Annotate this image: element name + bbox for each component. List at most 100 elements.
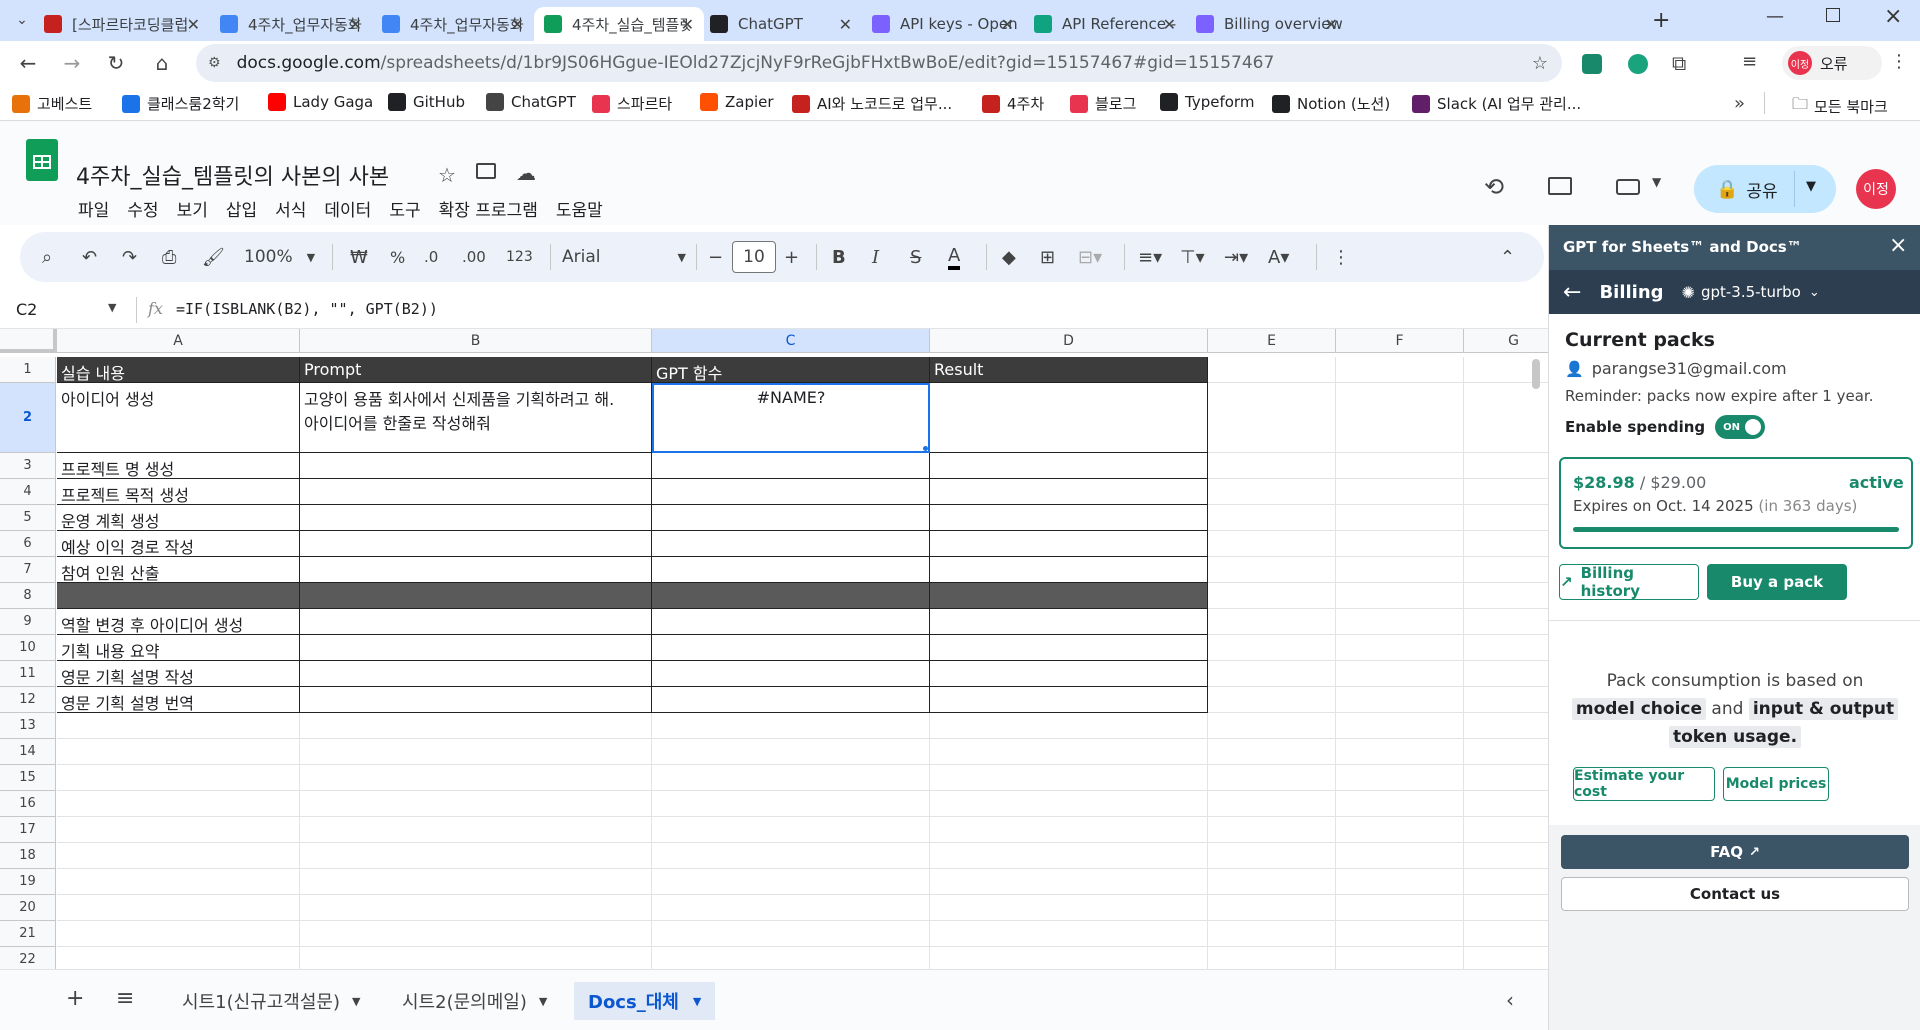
grid-cell[interactable] — [1208, 765, 1336, 791]
row-header[interactable]: 17 — [0, 817, 56, 843]
grid-cell[interactable] — [1464, 609, 1548, 635]
grid-cell[interactable]: 프로젝트 목적 생성 — [57, 479, 300, 505]
grid-cell[interactable] — [930, 505, 1208, 531]
currency-format-button[interactable]: ₩ — [350, 244, 368, 270]
grid-cell[interactable] — [300, 921, 652, 947]
tab-close-icon[interactable]: ✕ — [681, 15, 694, 34]
font-size-input[interactable]: 10 — [732, 241, 776, 273]
grid-cell[interactable]: GPT 함수 — [652, 357, 930, 383]
grid-cell[interactable] — [57, 713, 300, 739]
grid-cell[interactable] — [300, 843, 652, 869]
faq-button[interactable]: FAQ ↗ — [1561, 835, 1909, 869]
browser-menu-icon[interactable]: ⋮ — [1890, 51, 1908, 72]
grid-cell[interactable] — [930, 479, 1208, 505]
active-cell[interactable]: #NAME? — [652, 383, 930, 453]
column-header[interactable]: D — [930, 329, 1208, 353]
column-header[interactable]: G — [1464, 329, 1548, 353]
grid-cell[interactable] — [1464, 383, 1548, 453]
grid-cell[interactable] — [652, 635, 930, 661]
column-header[interactable]: E — [1208, 329, 1336, 353]
bold-icon[interactable]: B — [832, 244, 846, 270]
fill-color-icon[interactable]: ◆ — [1002, 244, 1016, 270]
grid-cell[interactable] — [1208, 817, 1336, 843]
grid-cell[interactable] — [300, 765, 652, 791]
row-header[interactable]: 9 — [0, 609, 56, 635]
grid-cell[interactable] — [1464, 531, 1548, 557]
grid-cell[interactable] — [1464, 921, 1548, 947]
grid-cell[interactable] — [1208, 383, 1336, 453]
grid-cell[interactable] — [652, 609, 930, 635]
grid-cell[interactable] — [1336, 843, 1464, 869]
column-header[interactable]: C — [652, 329, 930, 353]
row-header[interactable]: 2 — [0, 383, 56, 453]
grid-cell[interactable] — [57, 947, 300, 969]
vertical-scrollbar[interactable] — [1532, 359, 1540, 389]
row-header[interactable]: 22 — [0, 947, 56, 969]
grid-cell[interactable] — [300, 505, 652, 531]
grid-cell[interactable] — [1336, 947, 1464, 969]
bookmark-item[interactable]: 고베스트 — [12, 93, 92, 114]
grid-cell[interactable] — [930, 791, 1208, 817]
grid-cell[interactable] — [57, 791, 300, 817]
close-window-icon[interactable]: × — [1884, 4, 1902, 29]
star-icon[interactable]: ☆ — [438, 163, 456, 187]
bookmark-item[interactable]: 블로그 — [1070, 93, 1136, 114]
grid-cell[interactable] — [930, 921, 1208, 947]
horizontal-align-icon[interactable]: ≡▾ — [1138, 244, 1162, 270]
row-header[interactable]: 21 — [0, 921, 56, 947]
search-menus-icon[interactable]: ⌕ — [42, 244, 52, 270]
collapse-side-panel-icon[interactable]: ‹ — [1506, 988, 1514, 1012]
italic-icon[interactable]: I — [872, 244, 879, 270]
decrease-decimal-button[interactable]: .0 — [424, 244, 438, 270]
grid-cell[interactable] — [1464, 635, 1548, 661]
bookmark-item[interactable]: Notion (노션) — [1272, 93, 1390, 114]
meet-icon[interactable] — [1616, 179, 1640, 195]
grid-cell[interactable] — [1336, 505, 1464, 531]
text-wrapping-icon[interactable]: ⇥▾ — [1224, 244, 1248, 270]
sheet-tab-3-active[interactable]: Docs_대체 ▼ — [574, 982, 716, 1020]
tab-close-icon[interactable]: ✕ — [511, 15, 524, 34]
account-avatar[interactable]: 이정 — [1856, 169, 1896, 209]
grid-cell[interactable] — [1336, 713, 1464, 739]
grid-cell[interactable] — [930, 895, 1208, 921]
grid-cell[interactable] — [1336, 739, 1464, 765]
grid-cell[interactable] — [1208, 739, 1336, 765]
grid-cell[interactable] — [1336, 609, 1464, 635]
version-history-icon[interactable]: ⟲ — [1484, 173, 1504, 201]
minimize-icon[interactable]: — — [1766, 6, 1784, 27]
grid-cell[interactable]: 기획 내용 요약 — [57, 635, 300, 661]
grid-cell[interactable] — [300, 869, 652, 895]
grid-cell[interactable] — [652, 687, 930, 713]
browser-tab-7[interactable]: API Reference - ✕ — [1024, 7, 1186, 41]
increase-font-size-icon[interactable]: + — [784, 244, 799, 270]
menu-item[interactable]: 데이터 — [324, 196, 371, 221]
row-header[interactable]: 3 — [0, 453, 56, 479]
billing-history-button[interactable]: ↗ Billing history — [1559, 564, 1699, 600]
grid-cell[interactable] — [1336, 791, 1464, 817]
row-header[interactable]: 15 — [0, 765, 56, 791]
grid-cell[interactable] — [930, 557, 1208, 583]
menu-item[interactable]: 도움말 — [556, 196, 603, 221]
bookmark-item[interactable]: Typeform — [1160, 93, 1254, 111]
grid-cell[interactable] — [1464, 817, 1548, 843]
sheet-tab-1[interactable]: 시트1(신규고객설문) ▼ — [168, 982, 374, 1020]
grid-cell[interactable] — [652, 661, 930, 687]
grid-cell[interactable] — [1208, 947, 1336, 969]
grid-cell[interactable]: 아이디어 생성 — [57, 383, 300, 453]
grid-cell[interactable] — [652, 713, 930, 739]
grid-cell[interactable] — [1208, 713, 1336, 739]
grid-cell[interactable] — [652, 869, 930, 895]
grid-cell[interactable] — [300, 661, 652, 687]
grid-cell[interactable] — [652, 947, 930, 969]
grid-cell[interactable] — [1208, 687, 1336, 713]
grid-cell[interactable] — [57, 817, 300, 843]
bookmark-item[interactable]: Zapier — [700, 93, 774, 111]
grid-cell[interactable] — [300, 635, 652, 661]
grid-cell[interactable] — [1336, 895, 1464, 921]
collapse-toolbar-icon[interactable]: ⌃ — [1500, 244, 1515, 270]
grid-cell[interactable] — [300, 453, 652, 479]
undo-icon[interactable]: ↶ — [82, 244, 97, 270]
grid-cell[interactable] — [1464, 583, 1548, 609]
add-sheet-icon[interactable]: + — [66, 986, 84, 1011]
row-header[interactable]: 4 — [0, 479, 56, 505]
